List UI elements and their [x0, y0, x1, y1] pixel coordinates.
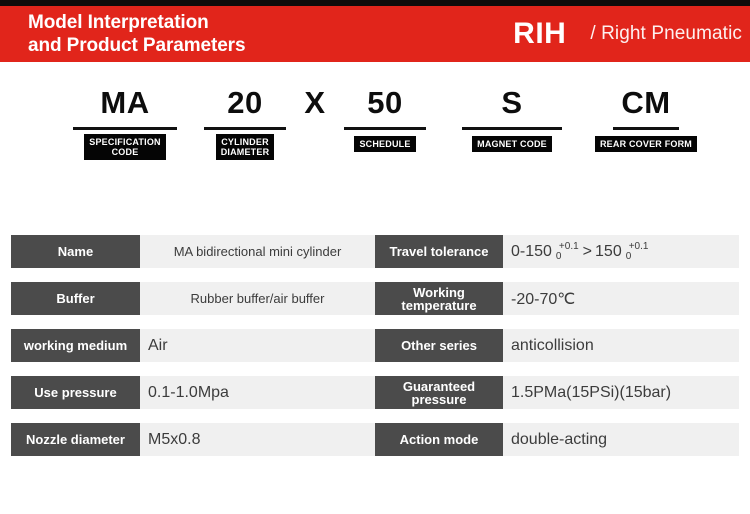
tolerance-range-1: 0-150 — [511, 242, 552, 260]
tolerance-separator: > — [582, 242, 593, 260]
page-header: Model Interpretation and Product Paramet… — [0, 6, 750, 62]
model-code-value: 50 — [367, 85, 403, 120]
brand-lockup: RIH / Right Pneumatic — [513, 6, 742, 62]
param-label-nozzle-diameter: Nozzle diameter — [11, 423, 140, 456]
param-label-working-medium: working medium — [11, 329, 140, 362]
model-code-underline — [204, 127, 286, 130]
param-value-working-medium: Air — [140, 329, 375, 362]
tolerance-lower-2: 0 — [625, 250, 632, 262]
param-label-guaranteed-pressure: Guaranteed pressure — [375, 376, 503, 409]
param-value-use-pressure: 0.1-1.0Mpa — [140, 376, 375, 409]
param-value-other-series: anticollision — [503, 329, 739, 362]
model-code-breakdown: MA SPECIFICATION CODE 20 CYLINDER DIAMET… — [0, 82, 750, 177]
table-row: working medium Air Other series anticoll… — [11, 329, 739, 362]
param-value-name: MA bidirectional mini cylinder — [140, 235, 375, 268]
tolerance-upper-1: +0.1 — [558, 240, 579, 252]
model-code-badge: CYLINDER DIAMETER — [215, 134, 275, 160]
param-label-use-pressure: Use pressure — [11, 376, 140, 409]
param-value-travel-tolerance: 0-150 +0.1 0 > 150 +0.1 0 — [503, 235, 739, 268]
param-value-action-mode: double-acting — [503, 423, 739, 456]
param-label-name: Name — [11, 235, 140, 268]
param-label-action-mode: Action mode — [375, 423, 503, 456]
model-segment-schedule: 50 SCHEDULE — [333, 82, 437, 152]
model-code-underline — [344, 127, 426, 130]
product-parameters-table: Name MA bidirectional mini cylinder Trav… — [11, 235, 739, 470]
tolerance-lower-1: 0 — [555, 250, 562, 262]
model-segment-cylinder-diameter: 20 CYLINDER DIAMETER — [193, 82, 297, 160]
page-title: Model Interpretation and Product Paramet… — [28, 12, 246, 56]
param-value-nozzle-diameter: M5x0.8 — [140, 423, 375, 456]
model-code-value: MA — [100, 85, 150, 120]
param-value-buffer: Rubber buffer/air buffer — [140, 282, 375, 315]
model-segment-rear-cover-form: CM REAR COVER FORM — [584, 82, 708, 152]
tolerance-expression: 0-150 +0.1 0 > 150 +0.1 0 — [511, 240, 650, 262]
model-code-underline — [462, 127, 562, 130]
model-segment-specification-code: MA SPECIFICATION CODE — [60, 82, 190, 160]
tolerance-fraction-1: +0.1 0 — [555, 240, 579, 262]
table-row: Name MA bidirectional mini cylinder Trav… — [11, 235, 739, 268]
table-row: Nozzle diameter M5x0.8 Action mode doubl… — [11, 423, 739, 456]
param-label-other-series: Other series — [375, 329, 503, 362]
model-code-badge: MAGNET CODE — [472, 136, 552, 152]
tolerance-range-2: 150 — [595, 242, 622, 260]
param-label-travel-tolerance: Travel tolerance — [375, 235, 503, 268]
param-label-buffer: Buffer — [11, 282, 140, 315]
model-code-value: 20 — [227, 85, 263, 120]
model-code-badge: REAR COVER FORM — [594, 136, 697, 152]
tolerance-fraction-2: +0.1 0 — [625, 240, 649, 262]
model-segment-magnet-code: S MAGNET CODE — [452, 82, 572, 152]
model-code-value: CM — [621, 85, 671, 120]
param-label-working-temperature: Working temperature — [375, 282, 503, 315]
model-code-value: X — [304, 85, 326, 120]
model-code-underline — [73, 127, 177, 130]
model-code-badge: SCHEDULE — [354, 136, 416, 152]
model-segment-multiplier: X — [292, 82, 338, 152]
param-value-guaranteed-pressure: 1.5PMa(15PSi)(15bar) — [503, 376, 739, 409]
model-code-value: S — [501, 85, 523, 120]
model-code-badge: SPECIFICATION CODE — [84, 134, 166, 160]
table-row: Buffer Rubber buffer/air buffer Working … — [11, 282, 739, 315]
param-value-working-temperature: -20-70℃ — [503, 282, 739, 315]
brand-tagline: / Right Pneumatic — [590, 23, 742, 44]
table-row: Use pressure 0.1-1.0Mpa Guaranteed press… — [11, 376, 739, 409]
tolerance-upper-2: +0.1 — [628, 240, 649, 252]
brand-logo-text: RIH — [513, 17, 567, 50]
model-code-underline — [613, 127, 679, 130]
